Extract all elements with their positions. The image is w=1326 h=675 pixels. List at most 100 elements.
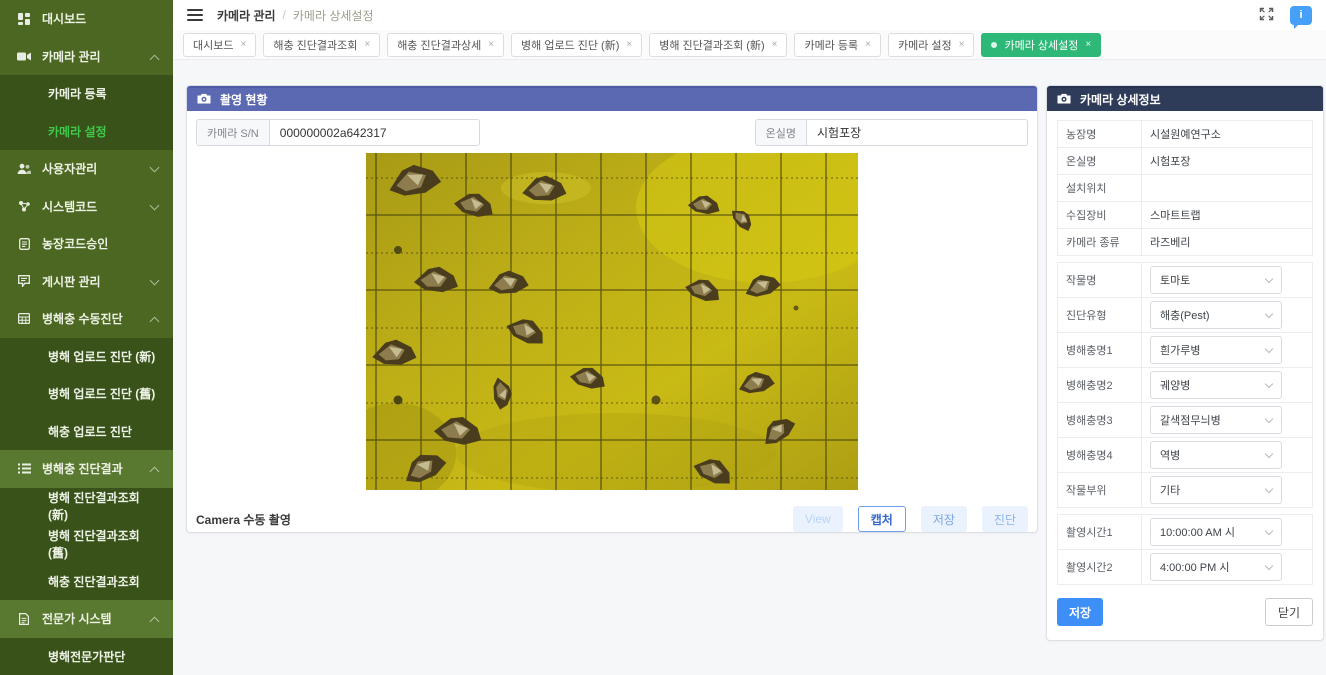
chevron-down-icon <box>1265 309 1273 317</box>
sidebar-item-system-code[interactable]: 시스템코드 <box>0 188 173 226</box>
nodes-icon <box>17 200 31 213</box>
save-detail-button[interactable]: 저장 <box>1057 598 1103 626</box>
chevron-up-icon <box>150 54 160 64</box>
tab-camera-settings[interactable]: 카메라 설정 × <box>888 33 975 57</box>
file-icon <box>17 612 31 625</box>
hamburger-menu-icon[interactable] <box>187 9 203 21</box>
sidebar-item-label: 카메라 관리 <box>42 48 101 65</box>
select-value: 토마토 <box>1160 272 1190 288</box>
camera-info-table: 농장명시설원예연구소 온실명시험포장 설치위치 수집장비스마트트랩 카메라 종류… <box>1057 120 1313 256</box>
diagnose-button[interactable]: 진단 <box>982 506 1028 532</box>
sidebar-item-label: 병해 진단결과조회 (舊) <box>48 527 159 561</box>
sidebar-item-pest-manual-diagnosis[interactable]: 병해충 수동진단 <box>0 300 173 338</box>
tab-close-icon[interactable]: × <box>865 39 871 50</box>
sidebar-item-farm-code-approval[interactable]: 농장코드승인 <box>0 225 173 263</box>
tab-pest-result-list[interactable]: 해충 진단결과조회 × <box>263 33 380 57</box>
main-area: 카메라 관리 / 카메라 상세설정 i 대시보드 × 해충 진단결과조회 × 해… <box>173 0 1326 675</box>
select-label: 병해충명3 <box>1058 403 1142 438</box>
tab-close-icon[interactable]: × <box>364 39 370 50</box>
tab-close-icon[interactable]: × <box>488 39 494 50</box>
breadcrumb-current: 카메라 상세설정 <box>293 7 374 24</box>
greenhouse-group: 온실명 시험포장 <box>755 119 1028 146</box>
camera-sn-input[interactable]: 000000002a642317 <box>269 119 480 146</box>
info-label: 농장명 <box>1058 121 1142 148</box>
tab-pest-result-detail[interactable]: 해충 진단결과상세 × <box>387 33 504 57</box>
tab-disease-result-new[interactable]: 병해 진단결과조회 (新) × <box>649 33 787 57</box>
sidebar-item-camera-management[interactable]: 카메라 관리 <box>0 38 173 76</box>
capture-button[interactable]: 캡처 <box>858 506 906 532</box>
info-value: 라즈베리 <box>1142 229 1313 256</box>
sidebar-item-disease-expert-judgment[interactable]: 병해전문가판단 <box>0 638 173 675</box>
info-value: 시험포장 <box>1142 148 1313 175</box>
grid-table-icon <box>17 312 31 325</box>
pest-name-3-select[interactable]: 갈색점무늬병 <box>1150 406 1282 434</box>
capture-time-2-select[interactable]: 4:00:00 PM 시 <box>1150 553 1282 581</box>
tab-label: 카메라 상세설정 <box>1004 37 1078 53</box>
camera-detail-panel: 카메라 상세정보 농장명시설원예연구소 온실명시험포장 설치위치 수집장비스마트… <box>1046 85 1324 641</box>
crop-part-select[interactable]: 기타 <box>1150 476 1282 504</box>
sidebar-item-dashboard[interactable]: 대시보드 <box>0 0 173 38</box>
sidebar-item-label: 해충 업로드 진단 <box>48 423 132 440</box>
sidebar-item-expert-system[interactable]: 전문가 시스템 <box>0 600 173 638</box>
sidebar-item-disease-upload-new[interactable]: 병해 업로드 진단 (新) <box>0 338 173 376</box>
camera-submenu: 카메라 등록 카메라 설정 <box>0 75 173 150</box>
close-button[interactable]: 닫기 <box>1265 598 1313 626</box>
tab-close-icon[interactable]: × <box>240 39 246 50</box>
sidebar-item-label: 병해 업로드 진단 (舊) <box>48 385 155 402</box>
sidebar-item-diagnosis-results[interactable]: 병해충 진단결과 <box>0 450 173 488</box>
sidebar-item-camera-register[interactable]: 카메라 등록 <box>0 75 173 113</box>
sidebar-item-label: 카메라 설정 <box>48 123 107 140</box>
tab-close-icon[interactable]: × <box>1085 39 1091 50</box>
tab-close-icon[interactable]: × <box>772 39 778 50</box>
tab-dashboard[interactable]: 대시보드 × <box>183 33 256 57</box>
tab-disease-upload-new[interactable]: 병해 업로드 진단 (新) × <box>511 33 642 57</box>
chevron-down-icon <box>150 275 160 285</box>
sidebar-item-disease-result-old[interactable]: 병해 진단결과조회 (舊) <box>0 525 173 563</box>
pest-name-4-select[interactable]: 역병 <box>1150 441 1282 469</box>
diagnosis-type-select[interactable]: 해충(Pest) <box>1150 301 1282 329</box>
sidebar-item-camera-settings[interactable]: 카메라 설정 <box>0 113 173 151</box>
breadcrumb-separator: / <box>283 8 286 22</box>
breadcrumb-parent[interactable]: 카메라 관리 <box>217 7 276 24</box>
chevron-up-icon <box>150 317 160 327</box>
capture-panel-title: 촬영 현황 <box>220 91 268 108</box>
save-capture-button[interactable]: 저장 <box>921 506 967 532</box>
tab-label: 카메라 설정 <box>898 37 952 53</box>
sidebar-item-disease-result-new[interactable]: 병해 진단결과조회 (新) <box>0 488 173 526</box>
sidebar-item-label: 병해 업로드 진단 (新) <box>48 348 155 365</box>
sidebar-item-label: 병해충 진단결과 <box>42 460 123 477</box>
sidebar-item-pest-upload[interactable]: 해충 업로드 진단 <box>0 413 173 451</box>
tab-close-icon[interactable]: × <box>959 39 965 50</box>
camera-sn-label: 카메라 S/N <box>196 119 269 146</box>
select-value: 역병 <box>1160 447 1180 463</box>
capture-time-1-select[interactable]: 10:00:00 AM 시 <box>1150 518 1282 546</box>
tab-camera-register[interactable]: 카메라 등록 × <box>794 33 881 57</box>
pest-name-2-select[interactable]: 궤양병 <box>1150 371 1282 399</box>
sidebar-item-label: 사용자관리 <box>42 160 97 177</box>
tab-camera-detail-settings[interactable]: 카메라 상세설정 × <box>981 33 1101 57</box>
crop-name-select[interactable]: 토마토 <box>1150 266 1282 294</box>
sidebar-item-board-management[interactable]: 게시판 관리 <box>0 263 173 301</box>
info-value: 스마트트랩 <box>1142 202 1313 229</box>
greenhouse-input[interactable]: 시험포장 <box>806 119 1028 146</box>
chevron-down-icon <box>1265 484 1273 492</box>
diagnosis-results-submenu: 병해 진단결과조회 (新) 병해 진단결과조회 (舊) 해충 진단결과조회 <box>0 488 173 601</box>
sidebar-item-user-management[interactable]: 사용자관리 <box>0 150 173 188</box>
video-camera-icon <box>17 50 31 63</box>
users-icon <box>17 162 31 175</box>
fullscreen-icon[interactable] <box>1259 7 1274 24</box>
pest-name-1-select[interactable]: 흰가루병 <box>1150 336 1282 364</box>
capture-panel: 촬영 현황 카메라 S/N 000000002a642317 온실명 시험포장 <box>186 85 1038 533</box>
chevron-down-icon <box>1265 274 1273 282</box>
sidebar-item-pest-result[interactable]: 해충 진단결과조회 <box>0 563 173 601</box>
chevron-down-icon <box>1265 561 1273 569</box>
chevron-down-icon <box>150 163 160 173</box>
info-chat-icon[interactable]: i <box>1290 6 1312 25</box>
table-row: 병해충명4 역병 <box>1058 438 1313 473</box>
view-button[interactable]: View <box>793 506 843 532</box>
content-area: 촬영 현황 카메라 S/N 000000002a642317 온실명 시험포장 <box>173 60 1326 675</box>
detail-panel-body: 농장명시설원예연구소 온실명시험포장 설치위치 수집장비스마트트랩 카메라 종류… <box>1047 111 1323 636</box>
sidebar-item-disease-upload-old[interactable]: 병해 업로드 진단 (舊) <box>0 375 173 413</box>
tab-close-icon[interactable]: × <box>626 39 632 50</box>
sidebar-item-label: 시스템코드 <box>42 198 97 215</box>
